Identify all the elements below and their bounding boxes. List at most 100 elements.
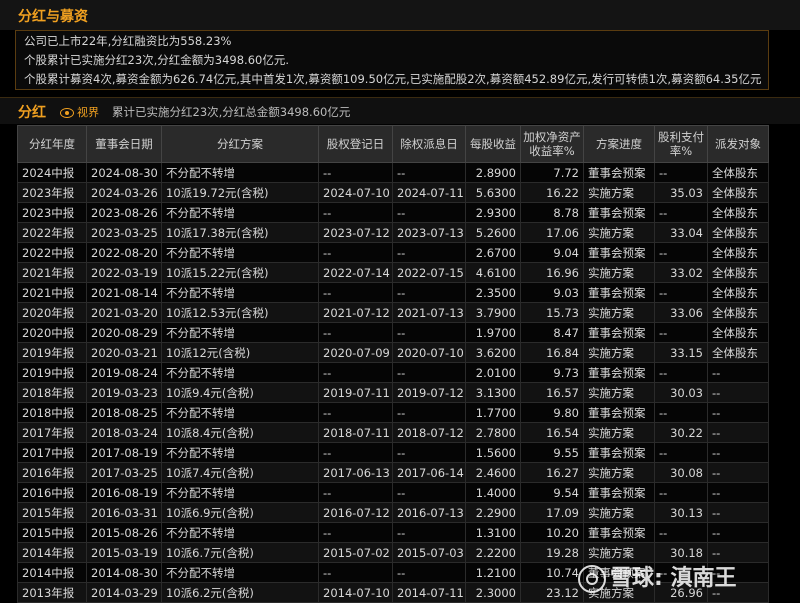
table-cell: 2.8900 [465, 162, 521, 183]
table-cell: -- [392, 282, 466, 303]
table-cell: 全体股东 [707, 162, 769, 183]
table-cell: 16.27 [520, 462, 584, 483]
table-cell: -- [318, 202, 393, 223]
table-cell: -- [654, 402, 708, 423]
table-cell: 8.78 [520, 202, 584, 223]
table-cell: 实施方案 [583, 262, 655, 283]
table-cell: -- [707, 362, 769, 383]
table-cell: 董事会预案 [583, 162, 655, 183]
table-cell: -- [707, 502, 769, 523]
dividends-title: 分红 [18, 105, 46, 121]
table-cell: 不分配不转增 [161, 562, 319, 583]
table-row[interactable]: 2017年报 2018-03-24 10派8.4元(含税) 2018-07-11 201… [17, 422, 769, 443]
table-cell: 实施方案 [583, 462, 655, 483]
table-cell: 2017-06-13 [318, 462, 393, 483]
table-cell: 2024中报 [17, 162, 87, 183]
table-row[interactable]: 2015中报 2015-08-26 不分配不转增 -- -- 1.3100 10.20 董事会… [17, 522, 769, 543]
table-cell: -- [654, 242, 708, 263]
table-cell: 实施方案 [583, 342, 655, 363]
table-cell: 2023年报 [17, 182, 87, 203]
table-cell: 不分配不转增 [161, 442, 319, 463]
table-header-row: 分红年度 董事会日期 分红方案 股权登记日 除权派息日 每股收益 加权净资产收益率% 方案进度… [17, 125, 769, 163]
column-header[interactable]: 股权登记日 [318, 125, 393, 163]
table-row[interactable]: 2019中报 2019-08-24 不分配不转增 -- -- 2.0100 9.73 董事会预… [17, 362, 769, 383]
table-cell: -- [392, 402, 466, 423]
column-header[interactable]: 分红方案 [161, 125, 319, 163]
table-cell: 1.3100 [465, 522, 521, 543]
table-cell: 2024-08-30 [86, 162, 162, 183]
table-cell: 2014-03-29 [86, 582, 162, 603]
column-header[interactable]: 分红年度 [17, 125, 87, 163]
table-cell: 23.12 [520, 582, 584, 603]
column-header[interactable]: 加权净资产收益率% [520, 125, 584, 163]
column-header[interactable]: 方案进度 [583, 125, 655, 163]
table-row[interactable]: 2018年报 2019-03-23 10派9.4元(含税) 2019-07-11 201… [17, 382, 769, 403]
table-cell: 2021中报 [17, 282, 87, 303]
table-cell: 2016-03-31 [86, 502, 162, 523]
table-cell: 17.09 [520, 502, 584, 523]
table-row[interactable]: 2015年报 2016-03-31 10派6.9元(含税) 2016-07-12 201… [17, 502, 769, 523]
table-cell: 全体股东 [707, 222, 769, 243]
table-cell: 2018-07-11 [318, 422, 393, 443]
table-cell: 2024-07-11 [392, 182, 466, 203]
table-row[interactable]: 2020年报 2021-03-20 10派12.53元(含税) 2021-07-12 2… [17, 302, 769, 323]
table-cell: -- [654, 522, 708, 543]
table-cell: 10派6.7元(含税) [161, 542, 319, 563]
table-cell: 2017-08-19 [86, 442, 162, 463]
table-cell: 2019-07-11 [318, 382, 393, 403]
table-cell: 7.72 [520, 162, 584, 183]
table-cell: 30.08 [654, 462, 708, 483]
table-cell: 2023中报 [17, 202, 87, 223]
table-cell: -- [654, 482, 708, 503]
table-cell: 16.84 [520, 342, 584, 363]
table-row[interactable]: 2016年报 2017-03-25 10派7.4元(含税) 2017-06-13 201… [17, 462, 769, 483]
table-cell: 2020年报 [17, 302, 87, 323]
column-header[interactable]: 除权派息日 [392, 125, 466, 163]
table-cell: 10派8.4元(含税) [161, 422, 319, 443]
table-row[interactable]: 2021中报 2021-08-14 不分配不转增 -- -- 2.3500 9.03 董事会预… [17, 282, 769, 303]
table-cell: -- [392, 442, 466, 463]
table-row[interactable]: 2016中报 2016-08-19 不分配不转增 -- -- 1.4000 9.54 董事会预… [17, 482, 769, 503]
table-cell: -- [654, 322, 708, 343]
table-cell: -- [318, 402, 393, 423]
table-row[interactable]: 2021年报 2022-03-19 10派15.22元(含税) 2022-07-14 2… [17, 262, 769, 283]
table-row[interactable]: 2017中报 2017-08-19 不分配不转增 -- -- 1.5600 9.55 董事会预… [17, 442, 769, 463]
table-cell: 1.7700 [465, 402, 521, 423]
table-row[interactable]: 2019年报 2020-03-21 10派12元(含税) 2020-07-09 2020… [17, 342, 769, 363]
column-header[interactable]: 派发对象 [707, 125, 769, 163]
table-cell: 不分配不转增 [161, 482, 319, 503]
table-cell: 10派6.2元(含税) [161, 582, 319, 603]
table-cell: 不分配不转增 [161, 162, 319, 183]
table-cell: 2020-08-29 [86, 322, 162, 343]
table-row[interactable]: 2020中报 2020-08-29 不分配不转增 -- -- 1.9700 8.47 董事会预… [17, 322, 769, 343]
table-cell: -- [707, 402, 769, 423]
table-cell: 5.2600 [465, 222, 521, 243]
column-header[interactable]: 董事会日期 [86, 125, 162, 163]
table-row[interactable]: 2023中报 2023-08-26 不分配不转增 -- -- 2.9300 8.78 董事会预… [17, 202, 769, 223]
table-row[interactable]: 2022年报 2023-03-25 10派17.38元(含税) 2023-07-12 2… [17, 222, 769, 243]
table-cell: 1.2100 [465, 562, 521, 583]
table-cell: 4.6100 [465, 262, 521, 283]
table-cell: 2019-03-23 [86, 382, 162, 403]
table-cell: -- [392, 482, 466, 503]
column-header[interactable]: 股利支付率% [654, 125, 708, 163]
table-cell: -- [318, 482, 393, 503]
table-cell: 17.06 [520, 222, 584, 243]
table-row[interactable]: 2024中报 2024-08-30 不分配不转增 -- -- 2.8900 7.72 董事会预… [17, 162, 769, 183]
table-cell: 实施方案 [583, 182, 655, 203]
section-header-dividends-financing: 分红与募资 [0, 0, 800, 30]
table-cell: 9.04 [520, 242, 584, 263]
table-row[interactable]: 2018中报 2018-08-25 不分配不转增 -- -- 1.7700 9.80 董事会预… [17, 402, 769, 423]
table-row[interactable]: 2023年报 2024-03-26 10派19.72元(含税) 2024-07-10 2… [17, 182, 769, 203]
table-cell: 2021年报 [17, 262, 87, 283]
table-cell: 2.2900 [465, 502, 521, 523]
table-cell: 2022-03-19 [86, 262, 162, 283]
table-cell: 全体股东 [707, 202, 769, 223]
table-cell: -- [318, 522, 393, 543]
table-cell: 2018中报 [17, 402, 87, 423]
table-cell: 实施方案 [583, 302, 655, 323]
view-link[interactable]: 视界 [60, 104, 99, 120]
table-row[interactable]: 2022中报 2022-08-20 不分配不转增 -- -- 2.6700 9.04 董事会预… [17, 242, 769, 263]
column-header[interactable]: 每股收益 [465, 125, 521, 163]
view-label: 视界 [77, 106, 99, 119]
